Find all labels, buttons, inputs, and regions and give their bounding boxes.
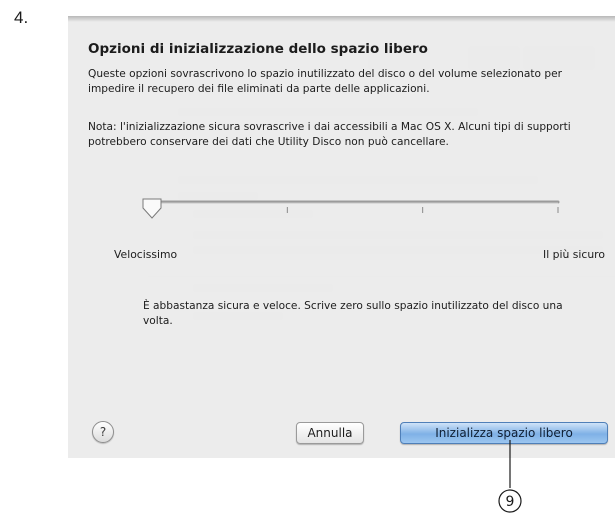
security-level-description: È abbastanza sicura e veloce. Scrive zer… [143, 300, 563, 327]
callout-number: 9 [506, 494, 515, 510]
dialog-description: Queste opzioni sovrascrivono lo spazio i… [88, 68, 562, 95]
slider-max-label: Il più sicuro [543, 248, 605, 261]
step-number: 4. [14, 8, 29, 27]
sheet-top-shadow [68, 16, 615, 22]
cancel-button-label: Annulla [307, 426, 353, 440]
cancel-button[interactable]: Annulla [296, 422, 364, 444]
erase-free-space-sheet: Opzioni di inizializzazione dello spazio… [68, 16, 615, 458]
callout: 9 [498, 440, 522, 513]
dialog-title: Opzioni di inizializzazione dello spazio… [88, 41, 428, 57]
help-button[interactable]: ? [92, 421, 114, 443]
slider-thumb[interactable] [142, 198, 162, 219]
screenshot-frame: Opzioni di inizializzazione dello spazio… [68, 16, 615, 458]
dialog-note: Nota: l'inizializzazione sicura sovrascr… [88, 121, 571, 148]
slider-ticks [151, 207, 559, 213]
erase-free-space-button-label: Inizializza spazio libero [435, 426, 573, 440]
security-level-slider[interactable] [138, 192, 568, 248]
manual-page: 4. Opzioni di inizializzazione dello spa… [0, 0, 615, 520]
help-icon: ? [99, 425, 107, 439]
slider-min-label: Velocissimo [114, 248, 178, 261]
